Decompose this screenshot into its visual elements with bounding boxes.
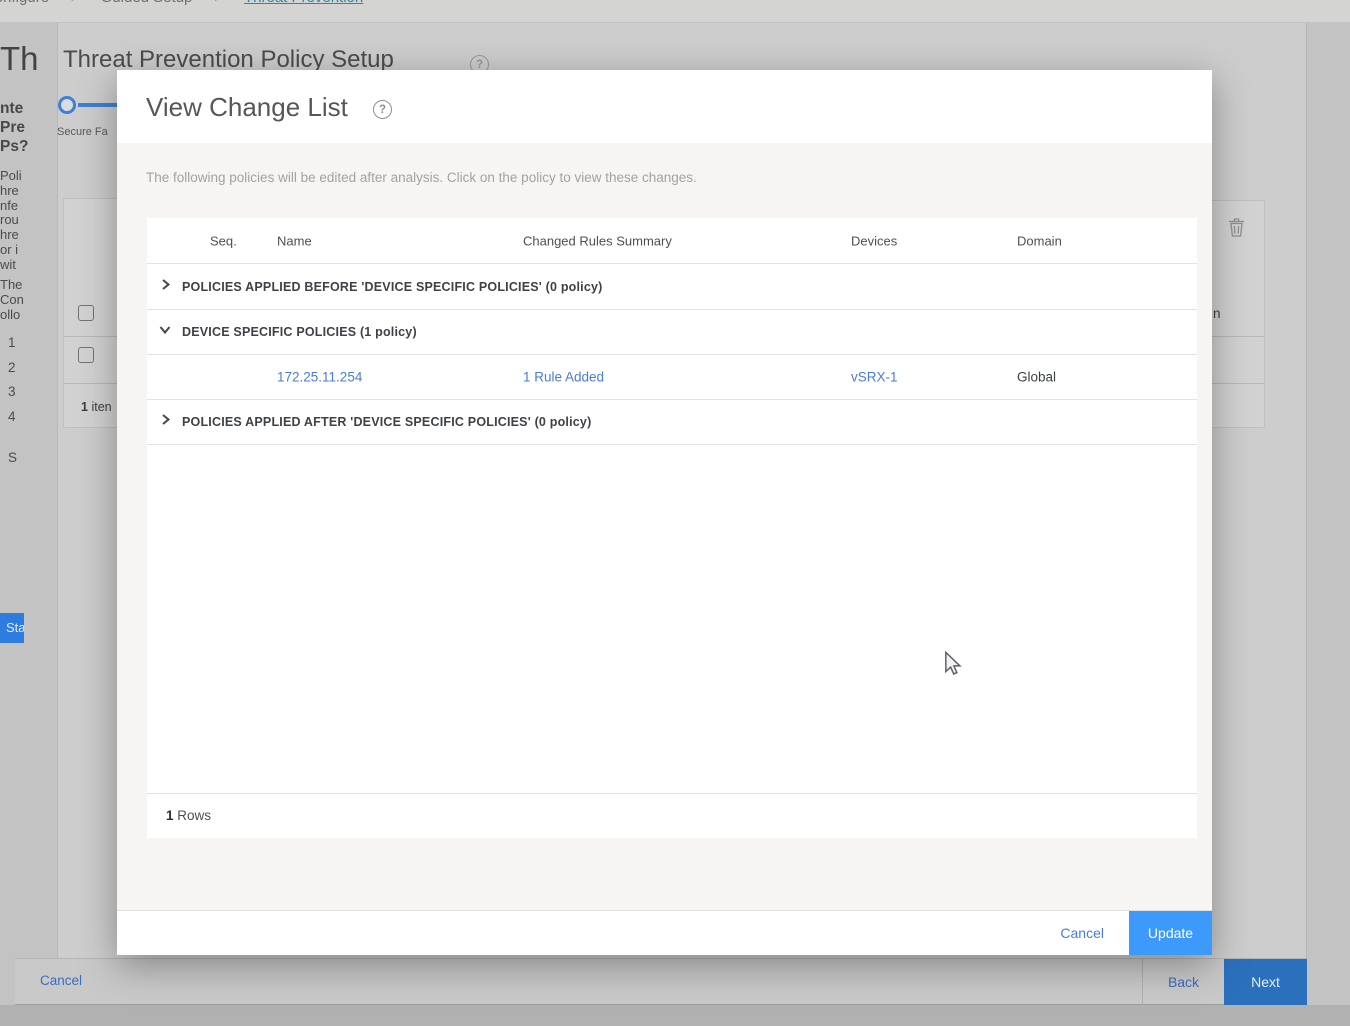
wizard-cancel-link[interactable]: Cancel [40, 973, 82, 988]
wizard-step-label: Secure Fa [57, 126, 117, 138]
table-header-row: Seq. Name Changed Rules Summary Devices … [147, 218, 1197, 264]
text-line: rou [0, 213, 22, 228]
text-line: nfe [0, 199, 22, 214]
background-table-left-fragment: 1 iten [63, 198, 117, 428]
text-line: Poli [0, 169, 22, 184]
column-header-domain[interactable]: Domain [1017, 233, 1062, 248]
changed-rules-link[interactable]: 1 Rule Added [523, 370, 604, 385]
table-row-divider [1212, 336, 1264, 337]
text-line: or i [0, 243, 22, 258]
page-bottom-strip [0, 1005, 1350, 1026]
column-header-devices[interactable]: Devices [851, 233, 897, 248]
row-checkbox[interactable] [78, 347, 94, 363]
list-number: 1 [8, 331, 16, 356]
left-panel-subheading-fragments: ntePrePs? [0, 99, 28, 156]
list-number: 4 [8, 405, 16, 430]
text-line: nte [0, 99, 28, 118]
group-row-device-specific[interactable]: DEVICE SPECIFIC POLICIES (1 policy) [147, 310, 1197, 355]
left-panel-text-fragment: S [8, 450, 17, 465]
text-line: Con [0, 292, 24, 307]
chevron-right-icon [158, 277, 172, 296]
policy-row: 172.25.11.254 1 Rule Added vSRX-1 Global [147, 355, 1197, 400]
view-change-list-dialog: View Change List ? The following policie… [117, 70, 1212, 955]
dialog-title: View Change List [146, 92, 348, 123]
breadcrumb-item-configure[interactable]: Configure [0, 0, 49, 6]
table-footer: 1 Rows [147, 793, 1197, 838]
screen: Configure > Guided Setup > Threat Preven… [0, 0, 1350, 1026]
group-label: POLICIES APPLIED AFTER 'DEVICE SPECIFIC … [182, 415, 591, 429]
next-button[interactable]: Next [1224, 959, 1307, 1005]
chevron-right-icon [158, 413, 172, 432]
table-row-divider [64, 383, 117, 384]
column-header-fragment: n [1213, 306, 1221, 321]
text-line: hre [0, 228, 22, 243]
text-line: ollo [0, 307, 24, 322]
left-panel-numbered-list: 1234 [8, 331, 16, 429]
group-label: POLICIES APPLIED BEFORE 'DEVICE SPECIFIC… [182, 280, 603, 294]
list-number: 2 [8, 356, 16, 381]
group-row-policies-before[interactable]: POLICIES APPLIED BEFORE 'DEVICE SPECIFIC… [147, 264, 1197, 310]
breadcrumb-item-guided-setup[interactable]: Guided Setup [101, 0, 193, 6]
background-table-right-fragment: n [1212, 200, 1265, 428]
help-icon[interactable]: ? [373, 100, 392, 119]
group-label: DEVICE SPECIFIC POLICIES (1 policy) [182, 325, 417, 339]
cancel-button[interactable]: Cancel [1060, 925, 1104, 941]
change-list-table: Seq. Name Changed Rules Summary Devices … [147, 218, 1197, 838]
breadcrumb-separator-icon: > [214, 0, 222, 5]
items-count: 1 iten [81, 400, 112, 414]
column-header-changed-rules[interactable]: Changed Rules Summary [523, 233, 672, 248]
text-line: wit [0, 258, 22, 273]
row-count: 1 Rows [166, 808, 211, 823]
wizard-step-connector [78, 103, 118, 107]
column-header-seq[interactable]: Seq. [210, 233, 237, 248]
row-checkbox[interactable] [78, 305, 94, 321]
back-button[interactable]: Back [1142, 959, 1224, 1005]
left-panel-heading-fragment: Th [0, 40, 39, 78]
policy-name-link[interactable]: 172.25.11.254 [277, 370, 362, 385]
text-line: The [0, 277, 24, 292]
text-line: hre [0, 184, 22, 199]
dialog-footer: Cancel Update [117, 910, 1212, 955]
list-number: 3 [8, 380, 16, 405]
column-header-name[interactable]: Name [277, 233, 312, 248]
wizard-footer-bar: Cancel Back Next [15, 958, 1307, 1005]
domain-value: Global [1017, 370, 1056, 385]
breadcrumb-separator-icon: > [71, 0, 79, 5]
breadcrumb-strip: Configure > Guided Setup > Threat Preven… [0, 0, 1350, 22]
left-panel-paragraph-fragments: Polihrenferouhreor iwit [0, 169, 22, 273]
breadcrumb: Configure > Guided Setup > Threat Preven… [0, 0, 363, 6]
group-row-policies-after[interactable]: POLICIES APPLIED AFTER 'DEVICE SPECIFIC … [147, 400, 1197, 445]
update-button[interactable]: Update [1129, 911, 1212, 955]
text-line: Pre [0, 118, 28, 137]
mouse-cursor [943, 651, 963, 682]
table-row-divider [64, 336, 117, 337]
table-row-divider [1212, 383, 1264, 384]
trash-icon[interactable] [1227, 217, 1246, 243]
wizard-step-indicator[interactable] [58, 96, 76, 114]
left-panel-paragraph2-fragments: TheConollo [0, 277, 24, 322]
start-button[interactable]: Sta [0, 613, 24, 643]
device-link[interactable]: vSRX-1 [851, 370, 898, 385]
chevron-down-icon [158, 323, 172, 342]
dialog-description: The following policies will be edited af… [146, 170, 697, 185]
breadcrumb-item-threat-prevention[interactable]: Threat Prevention [244, 0, 363, 6]
text-line: Ps? [0, 137, 28, 156]
